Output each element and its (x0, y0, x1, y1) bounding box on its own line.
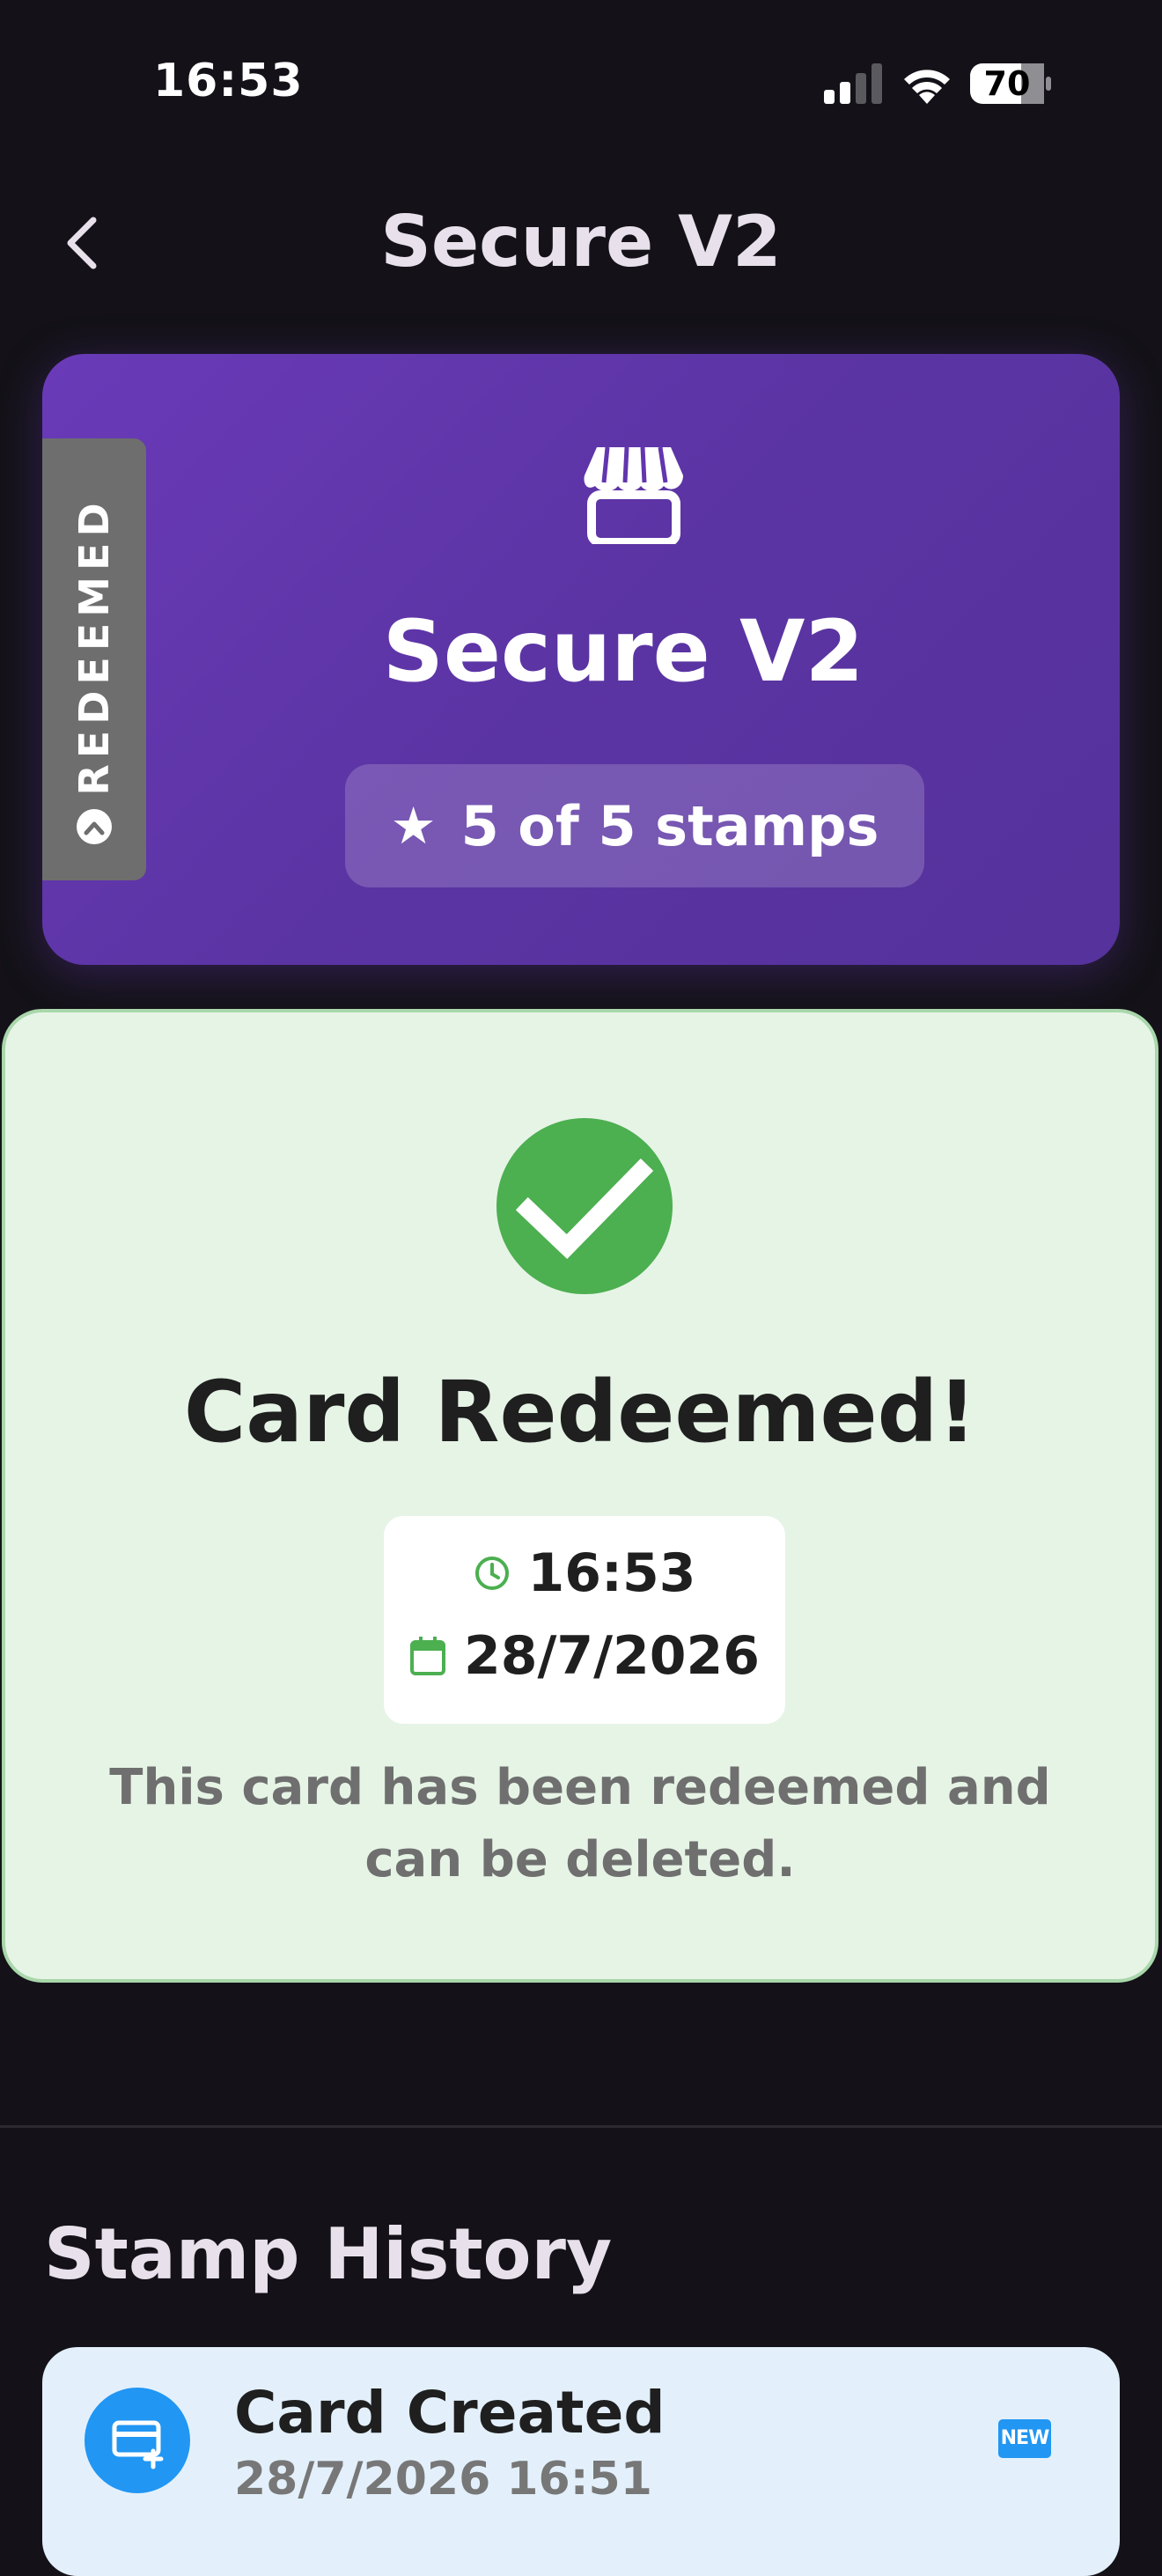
redeemed-date-row: 28/7/2026 (384, 1625, 785, 1687)
stamp-count-pill: ★ 5 of 5 stamps (345, 764, 924, 887)
redeemed-time-row: 16:53 (384, 1542, 785, 1604)
page-title: Secure V2 (380, 201, 782, 283)
redeemed-date: 28/7/2026 (463, 1625, 761, 1687)
status-time: 16:53 (153, 55, 304, 107)
status-bar: 16:53 70 (0, 0, 1162, 167)
new-badge-label: NEW (1000, 2427, 1050, 2449)
clock-icon (474, 1557, 509, 1590)
loyalty-card: REDEEMED Secure V2 ★ 5 of 5 stamps (42, 354, 1120, 965)
battery-level: 70 (983, 64, 1031, 103)
history-item-date: 28/7/2026 16:51 (234, 2453, 652, 2506)
nav-header: Secure V2 (0, 194, 1162, 291)
redeemed-time: 16:53 (527, 1542, 696, 1604)
success-check-icon (496, 1118, 673, 1294)
ribbon-label: REDEEMED (70, 497, 118, 796)
card-add-icon (85, 2388, 190, 2493)
star-icon: ★ (390, 796, 437, 856)
redeemed-panel: Card Redeemed! 16:53 28/7/2026 This card… (2, 1009, 1158, 1983)
section-divider (0, 2125, 1162, 2128)
redeemed-description: This card has been redeemed and can be d… (109, 1759, 1051, 1888)
new-badge: NEW (998, 2419, 1051, 2458)
history-item-label: Card Created (234, 2379, 666, 2447)
stamp-history-title: Stamp History (44, 2213, 613, 2295)
calendar-icon (409, 1637, 445, 1675)
redeemed-timestamp-box: 16:53 28/7/2026 (384, 1516, 785, 1724)
store-icon (584, 446, 683, 544)
check-circle-icon (77, 809, 112, 844)
history-item[interactable]: Card Created 28/7/2026 16:51 NEW (42, 2347, 1120, 2576)
wifi-icon (904, 70, 950, 104)
stamp-count-text: 5 of 5 stamps (460, 793, 879, 858)
redeemed-title: Card Redeemed! (183, 1363, 977, 1461)
battery-indicator: 70 (970, 63, 1051, 104)
cellular-signal-icon (824, 63, 882, 104)
card-name: Secure V2 (382, 602, 864, 701)
